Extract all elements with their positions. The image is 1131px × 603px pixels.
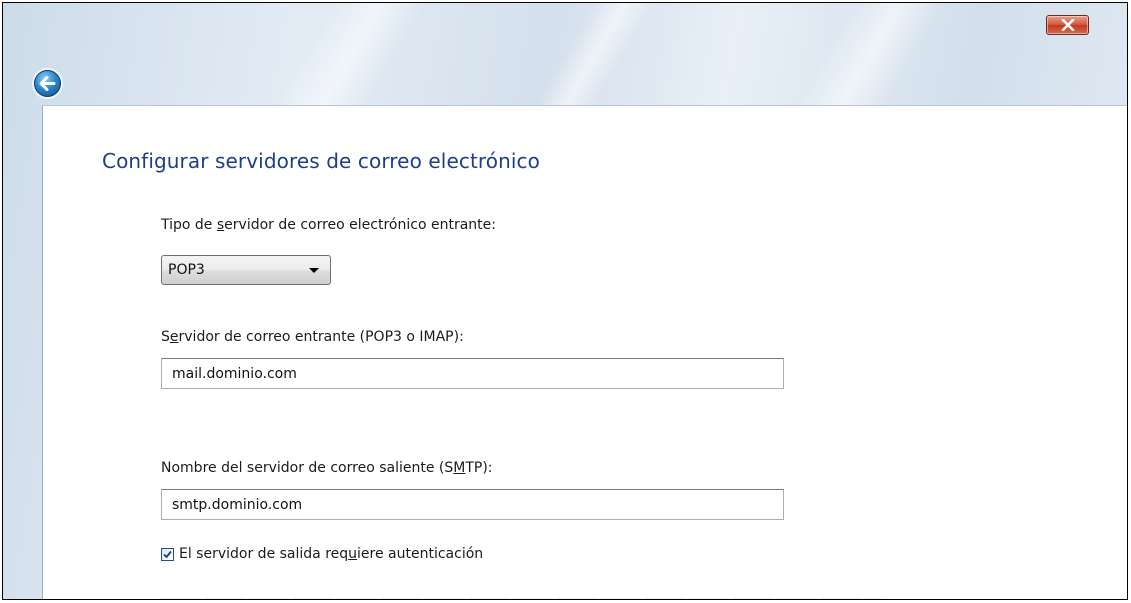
page-title: Configurar servidores de correo electrón… <box>102 149 540 173</box>
checkmark-icon <box>163 550 172 558</box>
server-type-label: Tipo de servidor de correo electrónico e… <box>161 217 496 233</box>
back-arrow-icon <box>39 76 56 91</box>
incoming-server-input[interactable] <box>161 358 784 389</box>
glass-streak <box>791 3 945 113</box>
glass-streak <box>271 3 425 113</box>
close-x-icon <box>1061 19 1074 31</box>
server-type-value: POP3 <box>168 262 205 278</box>
chevron-down-icon <box>309 268 319 273</box>
wizard-content: Configurar servidores de correo electrón… <box>42 105 1127 599</box>
clipped-content <box>161 598 881 599</box>
server-type-dropdown[interactable]: POP3 <box>161 255 331 285</box>
outgoing-server-input[interactable] <box>161 489 784 520</box>
back-button[interactable] <box>34 70 61 97</box>
glass-streak <box>531 3 655 113</box>
close-button[interactable] <box>1046 15 1089 35</box>
incoming-server-label: Servidor de correo entrante (POP3 o IMAP… <box>161 329 464 345</box>
auth-required-option[interactable]: El servidor de salida requiere autentica… <box>161 546 483 562</box>
auth-accesskey: u <box>348 546 358 562</box>
outgoing-server-label: Nombre del servidor de correo saliente (… <box>161 460 493 476</box>
outgoing-accesskey: M <box>453 460 466 476</box>
auth-required-checkbox[interactable] <box>161 547 174 561</box>
wizard-window: Configurar servidores de correo electrón… <box>2 2 1128 600</box>
auth-required-label: El servidor de salida requiere autentica… <box>179 546 484 562</box>
incoming-accesskey: e <box>169 329 179 345</box>
